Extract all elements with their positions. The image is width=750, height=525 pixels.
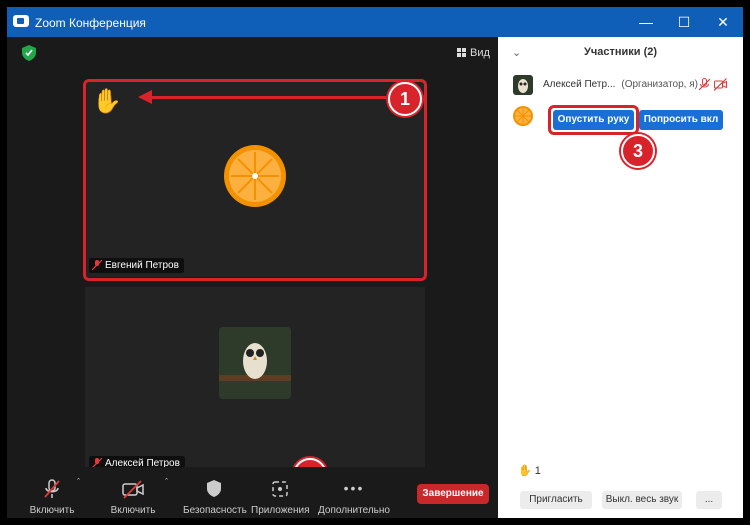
close-icon[interactable]: ✕ [707,7,739,37]
invite-button[interactable]: Пригласить [520,491,592,509]
minimize-icon[interactable]: — [630,7,662,37]
annotation-box-1 [83,79,427,281]
more-dots-icon: ••• [343,480,365,496]
raised-hands-counter: ✋ 1 [518,464,541,477]
mic-off-icon[interactable] [699,78,710,91]
participants-panel: ⌄ Участники (2) Алексей Петр... (Организа… [498,37,743,518]
owl-avatar [219,327,291,399]
participant-role: (Организатор, я) [621,79,698,90]
video-area: Вид ✋ Евгений Петров Алексей Петров 1 Вк… [7,37,497,518]
view-button[interactable]: Вид [457,47,490,59]
shield-icon[interactable] [22,45,36,61]
window-title: Zoom Конференция [35,16,146,30]
meeting-toolbar: Включить звук ˆ Включить видео ˆ Безопас… [7,467,497,518]
video-label: Включить видео [110,505,156,518]
view-label: Вид [470,47,490,59]
participants-more-button[interactable]: ... [696,491,722,509]
unmute-label: Включить звук [29,505,75,518]
annotation-badge-1: 1 [388,82,422,116]
more-label: Дополнительно [318,505,390,516]
participant-row-host[interactable]: Алексей Петр... (Организатор, я) [498,71,743,99]
mic-off-icon [44,479,60,498]
zoom-window: Zoom Конференция — ☐ ✕ Вид ✋ Евгений Пет… [7,7,743,518]
chevron-up-icon[interactable]: ˆ [165,477,168,487]
grid-icon [457,48,466,57]
end-meeting-button[interactable]: Завершение [417,484,489,504]
apps-label: Приложения [251,505,310,516]
annotation-badge-3: 3 [621,134,655,168]
apps-icon [272,481,288,497]
participants-title: Участники (2) [583,46,658,58]
more-button[interactable]: ••• Дополнительно [318,479,390,516]
participants-header: ⌄ Участники (2) [498,37,743,67]
ask-to-unmute-button[interactable]: Попросить вкл [639,110,723,130]
participant-row-guest[interactable]: Опустить руку Попросить вкл 3 [498,102,743,168]
participant-row-text: Алексей Петр... (Организатор, я) [543,79,698,90]
zoom-app-icon [13,15,29,27]
annotation-arrow-head [138,90,152,104]
start-video-button[interactable]: Включить видео [97,479,169,518]
video-off-icon[interactable] [714,78,727,91]
annotation-box-3 [548,105,639,135]
mute-all-button[interactable]: Выкл. весь звук [602,491,682,509]
video-tile-alexey[interactable]: Алексей Петров [85,287,425,475]
raised-hand-icon: ✋ [518,465,532,477]
video-off-icon [122,480,144,499]
title-bar: Zoom Конференция — ☐ ✕ [7,7,743,37]
unmute-button[interactable]: Включить звук [19,479,85,518]
security-button[interactable]: Безопасность [183,479,247,516]
apps-button[interactable]: Приложения [251,479,310,516]
security-icon [207,480,221,497]
chevron-up-icon[interactable]: ˆ [77,477,80,487]
avatar [513,106,533,126]
avatar [513,75,533,95]
raised-hands-count: 1 [534,465,541,477]
security-label: Безопасность [183,505,247,516]
annotation-arrow [150,96,386,99]
maximize-icon[interactable]: ☐ [668,7,700,37]
participant-name: Алексей Петр... [543,79,616,90]
